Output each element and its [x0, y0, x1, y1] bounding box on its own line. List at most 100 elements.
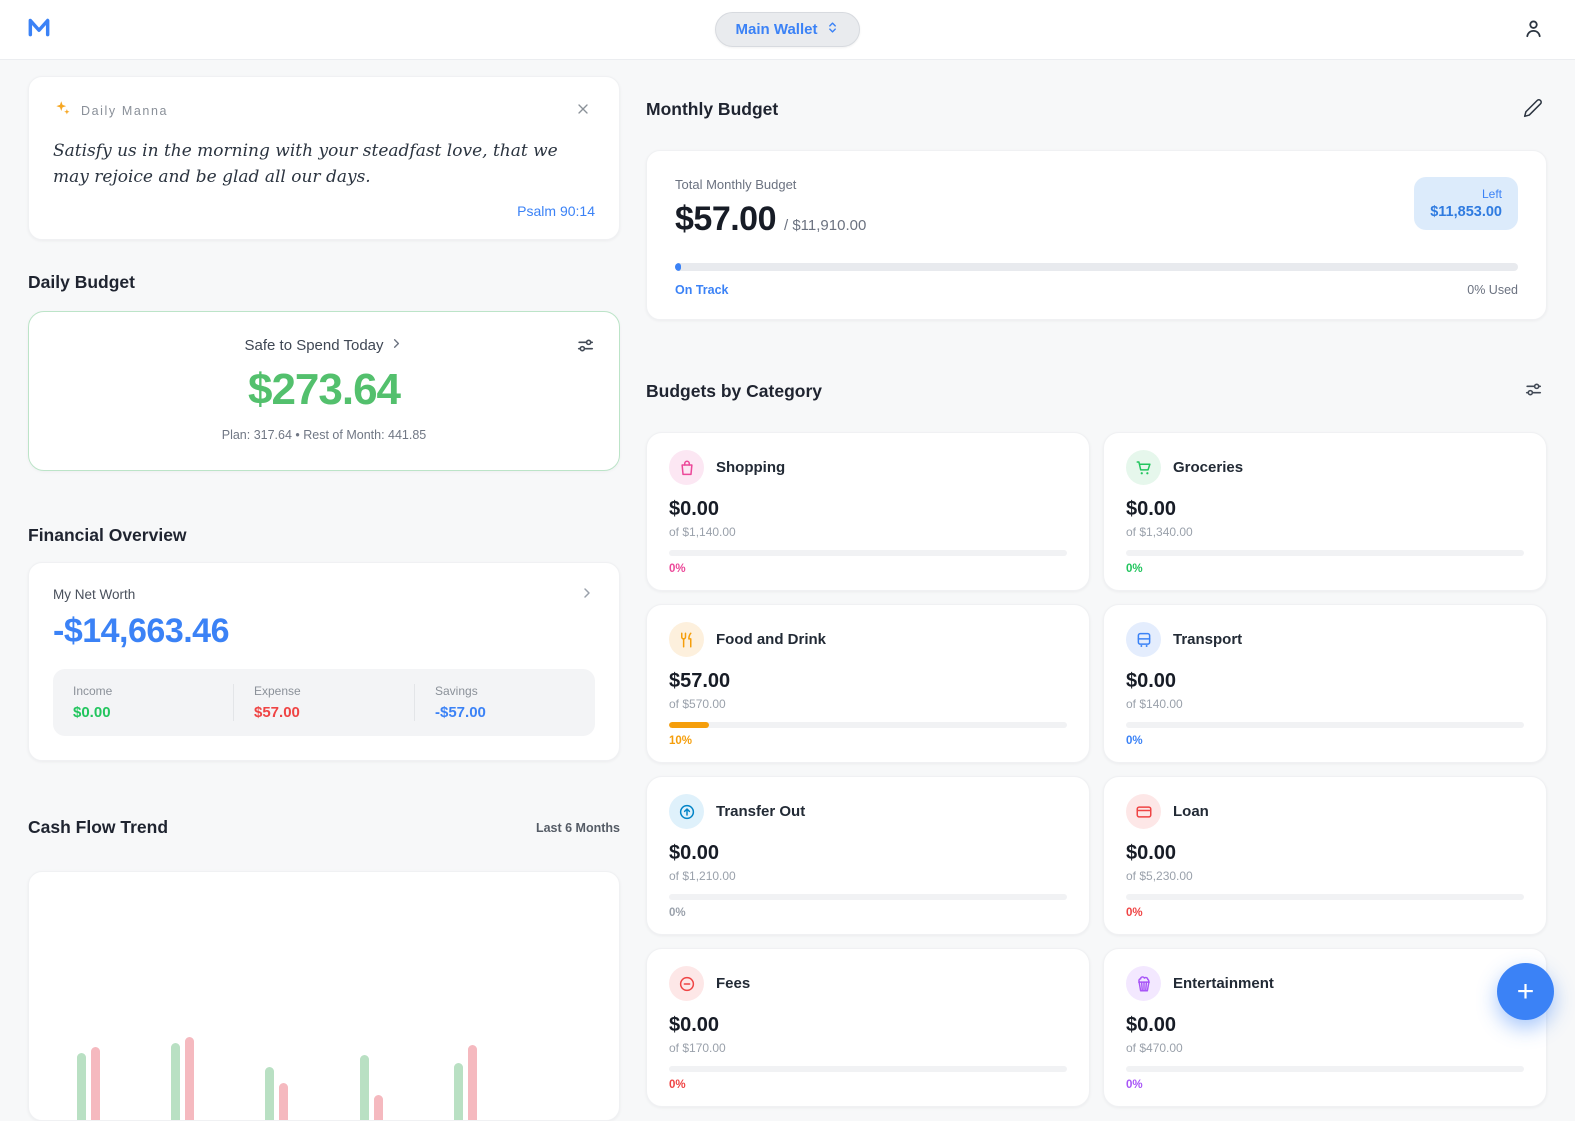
- monthly-budget-heading: Monthly Budget: [646, 99, 778, 120]
- left-column: Daily Manna Satisfy us in the morning wi…: [28, 76, 620, 1121]
- daily-manna-label: Daily Manna: [81, 104, 168, 118]
- verse-quote: Satisfy us in the morning with your stea…: [53, 138, 595, 191]
- outflow-bar: [279, 1083, 288, 1121]
- monthly-budget-card: Total Monthly Budget $57.00 / $11,910.00…: [646, 150, 1547, 320]
- daily-manna-card: Daily Manna Satisfy us in the morning wi…: [28, 76, 620, 240]
- category-budget: of $1,340.00: [1126, 525, 1524, 539]
- category-card-loan[interactable]: Loan $0.00 of $5,230.00 0%: [1103, 776, 1547, 935]
- category-spent: $0.00: [669, 842, 1067, 865]
- category-progress-bar: [669, 894, 1067, 900]
- shopping-cart-icon: [1126, 450, 1161, 485]
- category-name: Fees: [716, 975, 750, 992]
- bar-group: [265, 1067, 288, 1121]
- category-progress-bar: [669, 550, 1067, 556]
- profile-button[interactable]: [1518, 13, 1549, 47]
- category-filter-button[interactable]: [1520, 376, 1547, 406]
- daily-budget-settings-button[interactable]: [572, 332, 599, 362]
- category-spent: $0.00: [669, 1014, 1067, 1037]
- category-card-shopping[interactable]: Shopping $0.00 of $1,140.00 0%: [646, 432, 1090, 591]
- plus-icon: +: [1517, 977, 1535, 1007]
- safe-to-spend-card: Safe to Spend Today $273.64 Plan: 317.64…: [28, 311, 620, 471]
- category-percent: 10%: [669, 735, 1067, 747]
- safe-to-spend-link[interactable]: Safe to Spend Today: [245, 336, 404, 355]
- edit-budget-button[interactable]: [1519, 94, 1547, 125]
- category-budget: of $140.00: [1126, 697, 1524, 711]
- category-budget: of $170.00: [669, 1041, 1067, 1055]
- popcorn-icon: [1126, 966, 1161, 1001]
- sliders-icon: [576, 336, 595, 358]
- expense-value: $57.00: [254, 704, 394, 721]
- expense-label: Expense: [254, 684, 394, 698]
- inflow-bar: [171, 1043, 180, 1121]
- verse-reference-link[interactable]: Psalm 90:14: [53, 203, 595, 219]
- shopping-bag-icon: [669, 450, 704, 485]
- category-card-groceries[interactable]: Groceries $0.00 of $1,340.00 0%: [1103, 432, 1547, 591]
- net-worth-card: My Net Worth -$14,663.46 Income $0.00 Ex…: [28, 562, 620, 761]
- category-progress-bar: [1126, 550, 1524, 556]
- wallet-selector-label: Main Wallet: [736, 21, 818, 38]
- category-name: Loan: [1173, 803, 1209, 820]
- credit-card-icon: [1126, 794, 1161, 829]
- category-percent: 0%: [1126, 735, 1524, 747]
- category-budget: of $470.00: [1126, 1041, 1524, 1055]
- category-budget: of $5,230.00: [1126, 869, 1524, 883]
- category-grid: Shopping $0.00 of $1,140.00 0% Groceries…: [646, 432, 1547, 1107]
- bar-group: [360, 1055, 383, 1121]
- budget-left-label: Left: [1430, 187, 1502, 201]
- outflow-bar: [185, 1037, 194, 1121]
- category-percent: 0%: [669, 907, 1067, 919]
- category-progress-bar: [669, 722, 1067, 728]
- category-progress-bar: [1126, 722, 1524, 728]
- arrow-up-circle-icon: [669, 794, 704, 829]
- bus-icon: [1126, 622, 1161, 657]
- financial-overview-heading: Financial Overview: [28, 525, 620, 546]
- category-name: Groceries: [1173, 459, 1243, 476]
- chevron-right-icon: [579, 585, 595, 604]
- category-budget: of $1,210.00: [669, 869, 1067, 883]
- budget-status: On Track: [675, 283, 729, 297]
- budget-total-amount: / $11,910.00: [784, 217, 866, 234]
- inflow-bar: [360, 1055, 369, 1121]
- net-worth-value: -$14,663.46: [53, 612, 595, 651]
- category-card-transfer-out[interactable]: Transfer Out $0.00 of $1,210.00 0%: [646, 776, 1090, 935]
- category-card-entertainment[interactable]: Entertainment $0.00 of $470.00 0%: [1103, 948, 1547, 1107]
- budget-progress-fill: [675, 263, 681, 271]
- safe-to-spend-label: Safe to Spend Today: [245, 337, 384, 354]
- budget-progress-bar: [675, 263, 1518, 271]
- outflow-bar: [468, 1045, 477, 1121]
- chevron-up-down-icon: [826, 21, 839, 38]
- total-monthly-budget-label: Total Monthly Budget: [675, 177, 866, 192]
- plan-note: Plan: 317.64 • Rest of Month: 441.85: [53, 428, 595, 442]
- add-transaction-button[interactable]: +: [1497, 963, 1554, 1020]
- category-spent: $0.00: [669, 498, 1067, 521]
- savings-value: -$57.00: [435, 704, 575, 721]
- budget-spent-amount: $57.00: [675, 200, 776, 239]
- cash-flow-card: [28, 871, 620, 1121]
- main-content: Daily Manna Satisfy us in the morning wi…: [0, 60, 1575, 1121]
- net-worth-link[interactable]: My Net Worth: [53, 585, 595, 604]
- outflow-bar: [91, 1047, 100, 1121]
- category-percent: 0%: [669, 1079, 1067, 1091]
- category-percent: 0%: [669, 563, 1067, 575]
- top-bar: Main Wallet: [0, 0, 1575, 60]
- inflow-bar: [454, 1063, 463, 1121]
- sliders-icon: [1524, 380, 1543, 402]
- categories-heading: Budgets by Category: [646, 381, 822, 402]
- sparkles-icon: [53, 99, 71, 122]
- category-name: Transport: [1173, 631, 1242, 648]
- category-card-food-and-drink[interactable]: Food and Drink $57.00 of $570.00 10%: [646, 604, 1090, 763]
- bar-group: [77, 1047, 100, 1121]
- outflow-bar: [374, 1095, 383, 1121]
- category-name: Food and Drink: [716, 631, 826, 648]
- category-progress-fill: [669, 722, 709, 728]
- category-card-transport[interactable]: Transport $0.00 of $140.00 0%: [1103, 604, 1547, 763]
- category-name: Entertainment: [1173, 975, 1274, 992]
- category-card-fees[interactable]: Fees $0.00 of $170.00 0%: [646, 948, 1090, 1107]
- income-stat: Income $0.00: [53, 684, 233, 721]
- close-button[interactable]: [571, 97, 595, 124]
- budget-left-badge: Left $11,853.00: [1414, 177, 1518, 230]
- wallet-selector[interactable]: Main Wallet: [715, 12, 861, 47]
- category-spent: $0.00: [1126, 1014, 1524, 1037]
- category-spent: $0.00: [1126, 670, 1524, 693]
- pencil-icon: [1523, 98, 1543, 121]
